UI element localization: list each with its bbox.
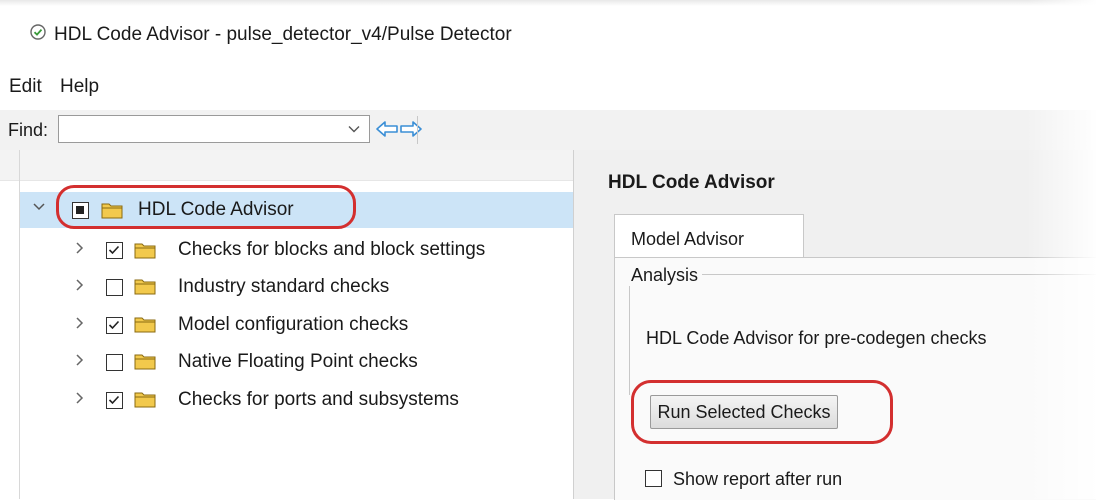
checkbox-blocks[interactable]	[106, 242, 123, 259]
checkbox-industry[interactable]	[106, 279, 123, 296]
chevron-right-icon[interactable]	[75, 316, 85, 335]
folder-icon	[101, 201, 123, 224]
arrow-right-icon[interactable]	[400, 120, 422, 143]
check-tree-pane: HDL Code Advisor Checks for blocks and b…	[0, 150, 574, 499]
folder-icon	[134, 277, 156, 300]
folder-icon	[134, 390, 156, 413]
show-report-checkbox[interactable]	[645, 470, 662, 487]
tree-gutter-line	[19, 150, 20, 499]
tree-header	[0, 150, 573, 181]
tab-content: Analysis HDL Code Advisor for pre-codege…	[614, 257, 1096, 500]
checkbox-model-config[interactable]	[106, 317, 123, 334]
folder-icon	[134, 352, 156, 375]
find-label: Find:	[8, 120, 49, 140]
tab-model-advisor[interactable]: Model Advisor	[614, 214, 804, 258]
arrow-left-icon[interactable]	[376, 120, 398, 143]
tree-label-native-float: Native Floating Point checks	[178, 351, 418, 372]
chevron-down-icon[interactable]	[32, 200, 46, 219]
chevron-right-icon[interactable]	[75, 278, 85, 297]
toolbar-separator	[417, 116, 418, 144]
chevron-right-icon[interactable]	[75, 241, 85, 260]
folder-icon	[134, 315, 156, 338]
chevron-down-icon[interactable]	[347, 122, 361, 141]
title-bar: HDL Code Advisor - pulse_detector_v4/Pul…	[0, 20, 1096, 50]
folder-icon	[134, 241, 156, 264]
hdl-code-advisor-window: HDL Code Advisor - pulse_detector_v4/Pul…	[0, 0, 1096, 500]
show-report-label: Show report after run	[673, 469, 843, 489]
check-circle-icon	[30, 24, 46, 45]
tree-root-label: HDL Code Advisor	[138, 199, 294, 220]
chevron-right-icon[interactable]	[75, 353, 85, 372]
chevron-right-icon[interactable]	[75, 391, 85, 410]
window-top-edge	[0, 0, 1096, 6]
analysis-group-label: Analysis	[627, 264, 703, 286]
run-selected-checks-button[interactable]: Run Selected Checks	[650, 395, 838, 429]
checkbox-ports[interactable]	[106, 392, 123, 409]
find-input[interactable]	[59, 116, 341, 142]
tree-label-industry: Industry standard checks	[178, 276, 390, 297]
menu-bar: Edit Help	[0, 70, 1096, 104]
tree-label-ports: Checks for ports and subsystems	[178, 389, 459, 410]
tree-label-blocks: Checks for blocks and block settings	[178, 239, 486, 260]
find-combobox[interactable]	[58, 115, 370, 143]
window-title: HDL Code Advisor - pulse_detector_v4/Pul…	[54, 24, 512, 45]
tree-root-checkbox[interactable]	[72, 202, 89, 219]
find-toolbar: Find:	[0, 110, 1096, 151]
details-title: HDL Code Advisor	[608, 172, 775, 193]
checkbox-native-float[interactable]	[106, 354, 123, 371]
menu-help[interactable]: Help	[60, 76, 99, 98]
analysis-description: HDL Code Advisor for pre-codegen checks	[646, 328, 987, 348]
menu-edit[interactable]: Edit	[9, 76, 42, 98]
tree-label-model-config: Model configuration checks	[178, 314, 409, 335]
tab-label: Model Advisor	[631, 229, 745, 249]
details-pane: HDL Code Advisor Model Advisor Analysis …	[574, 150, 1096, 500]
